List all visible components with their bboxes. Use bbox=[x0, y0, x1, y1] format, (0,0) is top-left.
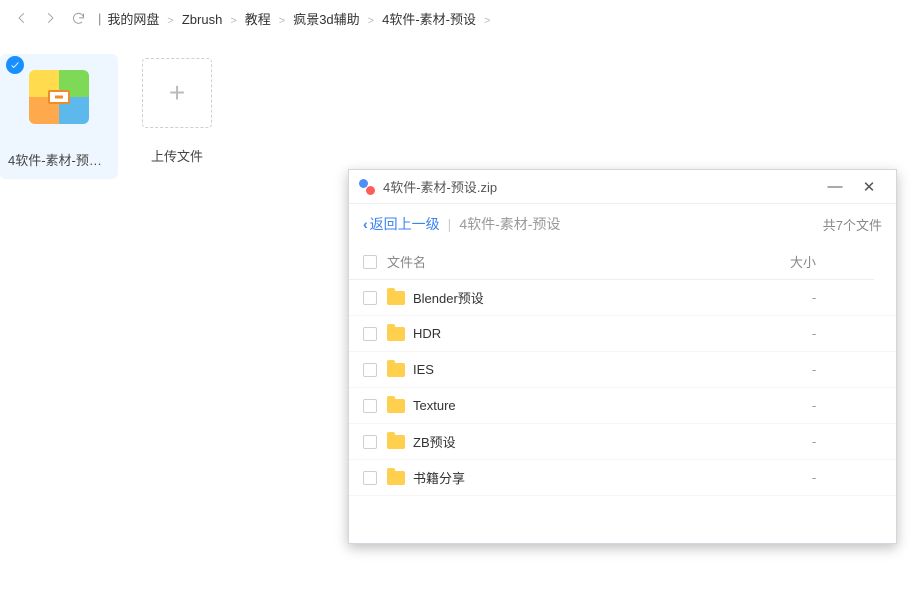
file-list: Blender预设-HDR-IES-Texture-ZB预设-书籍分享- bbox=[349, 280, 896, 543]
window-minimize-button[interactable]: — bbox=[818, 175, 852, 199]
selected-check-icon bbox=[6, 56, 24, 74]
chevron-left-icon: ‹ bbox=[363, 216, 368, 232]
row-size: - bbox=[812, 470, 882, 485]
row-name: Blender预设 bbox=[411, 288, 812, 307]
breadcrumb-item[interactable]: 4软件-素材-预设 bbox=[382, 12, 476, 27]
table-row[interactable]: HDR- bbox=[349, 316, 896, 352]
row-size: - bbox=[812, 326, 882, 341]
row-name: ZB预设 bbox=[411, 432, 812, 451]
window-title: 4软件-素材-预设.zip bbox=[383, 177, 497, 196]
item-count: 共7个文件 bbox=[823, 215, 882, 234]
back-link-label: 返回上一级 bbox=[370, 214, 440, 234]
nav-forward-button[interactable] bbox=[38, 6, 62, 30]
table-row[interactable]: Texture- bbox=[349, 388, 896, 424]
row-size: - bbox=[812, 434, 882, 449]
row-checkbox[interactable] bbox=[363, 471, 377, 485]
row-name: HDR bbox=[411, 326, 812, 341]
column-name[interactable]: 文件名 bbox=[387, 252, 790, 271]
row-checkbox[interactable] bbox=[363, 399, 377, 413]
nav-refresh-button[interactable] bbox=[66, 6, 90, 30]
chevron-right-icon: > bbox=[167, 15, 173, 27]
breadcrumb: 我的网盘 > Zbrush > 教程 > 疯景3d辅助 >4软件-素材-预设 > bbox=[107, 9, 498, 28]
row-checkbox[interactable] bbox=[363, 435, 377, 449]
window-close-button[interactable]: ✕ bbox=[852, 175, 886, 199]
chevron-right-icon: > bbox=[484, 15, 490, 27]
file-tile-label: 4软件-素材-预设.... bbox=[0, 150, 118, 169]
row-name: IES bbox=[411, 362, 812, 377]
row-checkbox[interactable] bbox=[363, 291, 377, 305]
breadcrumb-item[interactable]: 我的网盘 bbox=[107, 12, 159, 27]
row-size: - bbox=[812, 290, 882, 305]
breadcrumb-item[interactable]: Zbrush bbox=[182, 12, 222, 27]
viewer-path: 4软件-素材-预设 bbox=[459, 214, 560, 234]
column-size[interactable]: 大小 bbox=[790, 252, 860, 271]
row-name: 书籍分享 bbox=[411, 468, 812, 487]
table-row[interactable]: Blender预设- bbox=[349, 280, 896, 316]
upload-tile-label: 上传文件 bbox=[118, 146, 236, 165]
folder-icon bbox=[387, 291, 405, 305]
zip-icon bbox=[27, 70, 91, 134]
file-tile-archive[interactable]: 4软件-素材-预设.... bbox=[0, 54, 118, 179]
row-size: - bbox=[812, 362, 882, 377]
breadcrumb-item[interactable]: 教程 bbox=[245, 12, 271, 27]
table-row[interactable]: ZB预设- bbox=[349, 424, 896, 460]
row-checkbox[interactable] bbox=[363, 327, 377, 341]
breadcrumb-bar: | 我的网盘 > Zbrush > 教程 > 疯景3d辅助 >4软件-素材-预设 > bbox=[0, 0, 920, 36]
breadcrumb-item[interactable]: 疯景3d辅助 bbox=[293, 12, 359, 27]
window-titlebar[interactable]: 4软件-素材-预设.zip — ✕ bbox=[349, 170, 896, 204]
folder-icon bbox=[387, 399, 405, 413]
folder-icon bbox=[387, 435, 405, 449]
upload-tile[interactable]: + 上传文件 bbox=[118, 54, 236, 165]
row-checkbox[interactable] bbox=[363, 363, 377, 377]
back-link[interactable]: ‹ 返回上一级 bbox=[363, 214, 440, 234]
folder-icon bbox=[387, 327, 405, 341]
row-name: Texture bbox=[411, 398, 812, 413]
nav-back-button[interactable] bbox=[10, 6, 34, 30]
chevron-right-icon: > bbox=[279, 15, 285, 27]
folder-icon bbox=[387, 363, 405, 377]
table-row[interactable]: IES- bbox=[349, 352, 896, 388]
archive-viewer-window: 4软件-素材-预设.zip — ✕ ‹ 返回上一级 | 4软件-素材-预设 共7… bbox=[348, 169, 897, 544]
table-row[interactable]: 书籍分享- bbox=[349, 460, 896, 496]
app-logo-icon bbox=[359, 179, 375, 195]
column-headers: 文件名 大小 bbox=[349, 244, 874, 280]
chevron-right-icon: > bbox=[368, 15, 374, 27]
breadcrumb-separator: | bbox=[98, 11, 101, 26]
select-all-checkbox[interactable] bbox=[363, 255, 377, 269]
row-size: - bbox=[812, 398, 882, 413]
folder-icon bbox=[387, 471, 405, 485]
viewer-breadcrumb: ‹ 返回上一级 | 4软件-素材-预设 共7个文件 bbox=[349, 204, 896, 244]
chevron-right-icon: > bbox=[230, 15, 236, 27]
file-grid: 4软件-素材-预设.... + 上传文件 bbox=[0, 36, 920, 179]
plus-icon: + bbox=[142, 58, 212, 128]
